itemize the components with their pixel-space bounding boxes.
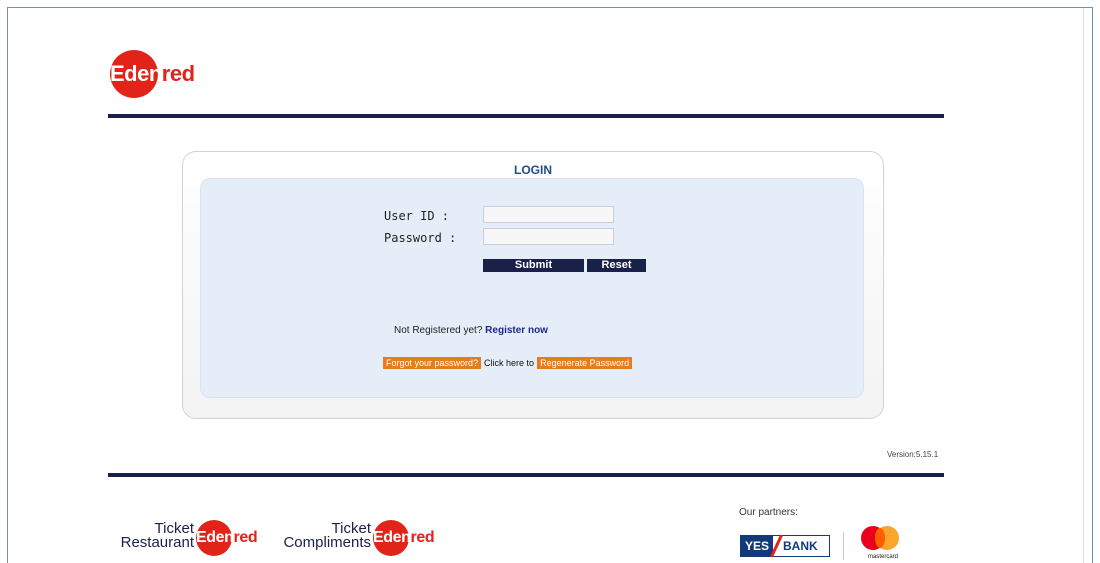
partner-divider	[843, 532, 844, 560]
yes-bank-yes: YES	[741, 536, 774, 556]
ticket-restaurant-logo-part2: red	[233, 529, 258, 546]
password-label: Password :	[384, 231, 457, 245]
mastercard-logo: mastercard	[858, 526, 908, 563]
partners-label: Our partners:	[739, 507, 798, 518]
forgot-password-line: Forgot your password? Click here to Rege…	[383, 357, 633, 369]
password-input[interactable]	[483, 228, 614, 245]
ticket-restaurant-words: Ticket Restaurant	[110, 521, 194, 551]
mastercard-wordmark: mastercard	[867, 554, 898, 560]
footer-divider	[108, 473, 944, 477]
logo-text: Edenred	[110, 61, 195, 87]
ticket-compliments-logo-part1: Eden	[373, 529, 411, 546]
ticket-compliments-logo: Ticket Compliments Edenred	[279, 520, 435, 556]
user-id-input[interactable]	[483, 206, 614, 223]
regenerate-password-link[interactable]: Regenerate Password	[537, 357, 633, 369]
ticket-compliments-logo-part2: red	[410, 529, 435, 546]
user-id-label: User ID :	[384, 209, 450, 223]
register-line: Not Registered yet? Register now	[394, 325, 548, 336]
ticket-restaurant-logo: Ticket Restaurant Edenred	[110, 520, 260, 556]
submit-button[interactable]: Submit	[483, 259, 584, 272]
ticket-compliments-line2: Compliments	[283, 534, 371, 551]
logo-text-part2: red	[161, 61, 195, 86]
edenred-logo[interactable]: Edenred	[110, 50, 195, 98]
login-panel: LOGIN	[182, 151, 884, 419]
ticket-compliments-edenred-mark: Edenred	[373, 520, 435, 556]
yes-bank-logo: YES BANK	[740, 535, 830, 557]
register-now-link[interactable]: Register now	[485, 325, 548, 336]
ticket-restaurant-line2: Restaurant	[120, 534, 194, 551]
logo-text-part1: Eden	[110, 61, 162, 86]
reset-button[interactable]: Reset	[587, 259, 646, 272]
login-title: LOGIN	[514, 163, 552, 177]
page-edge-line	[1083, 8, 1084, 563]
click-here-text: Click here to	[484, 358, 535, 368]
ticket-compliments-words: Ticket Compliments	[279, 521, 371, 551]
yes-bank-bank: BANK	[783, 539, 818, 553]
ticket-restaurant-logo-text: Edenred	[196, 529, 258, 546]
yes-bank-slash	[773, 536, 779, 556]
ticket-restaurant-edenred-mark: Edenred	[196, 520, 258, 556]
ticket-compliments-logo-text: Edenred	[373, 529, 435, 546]
forgot-password-badge: Forgot your password?	[383, 357, 482, 369]
ticket-restaurant-logo-part1: Eden	[196, 529, 234, 546]
mastercard-overlap	[875, 528, 885, 548]
version-text: Version:5.15.1	[887, 450, 939, 459]
header-divider	[108, 114, 944, 118]
not-registered-text: Not Registered yet?	[394, 325, 483, 336]
